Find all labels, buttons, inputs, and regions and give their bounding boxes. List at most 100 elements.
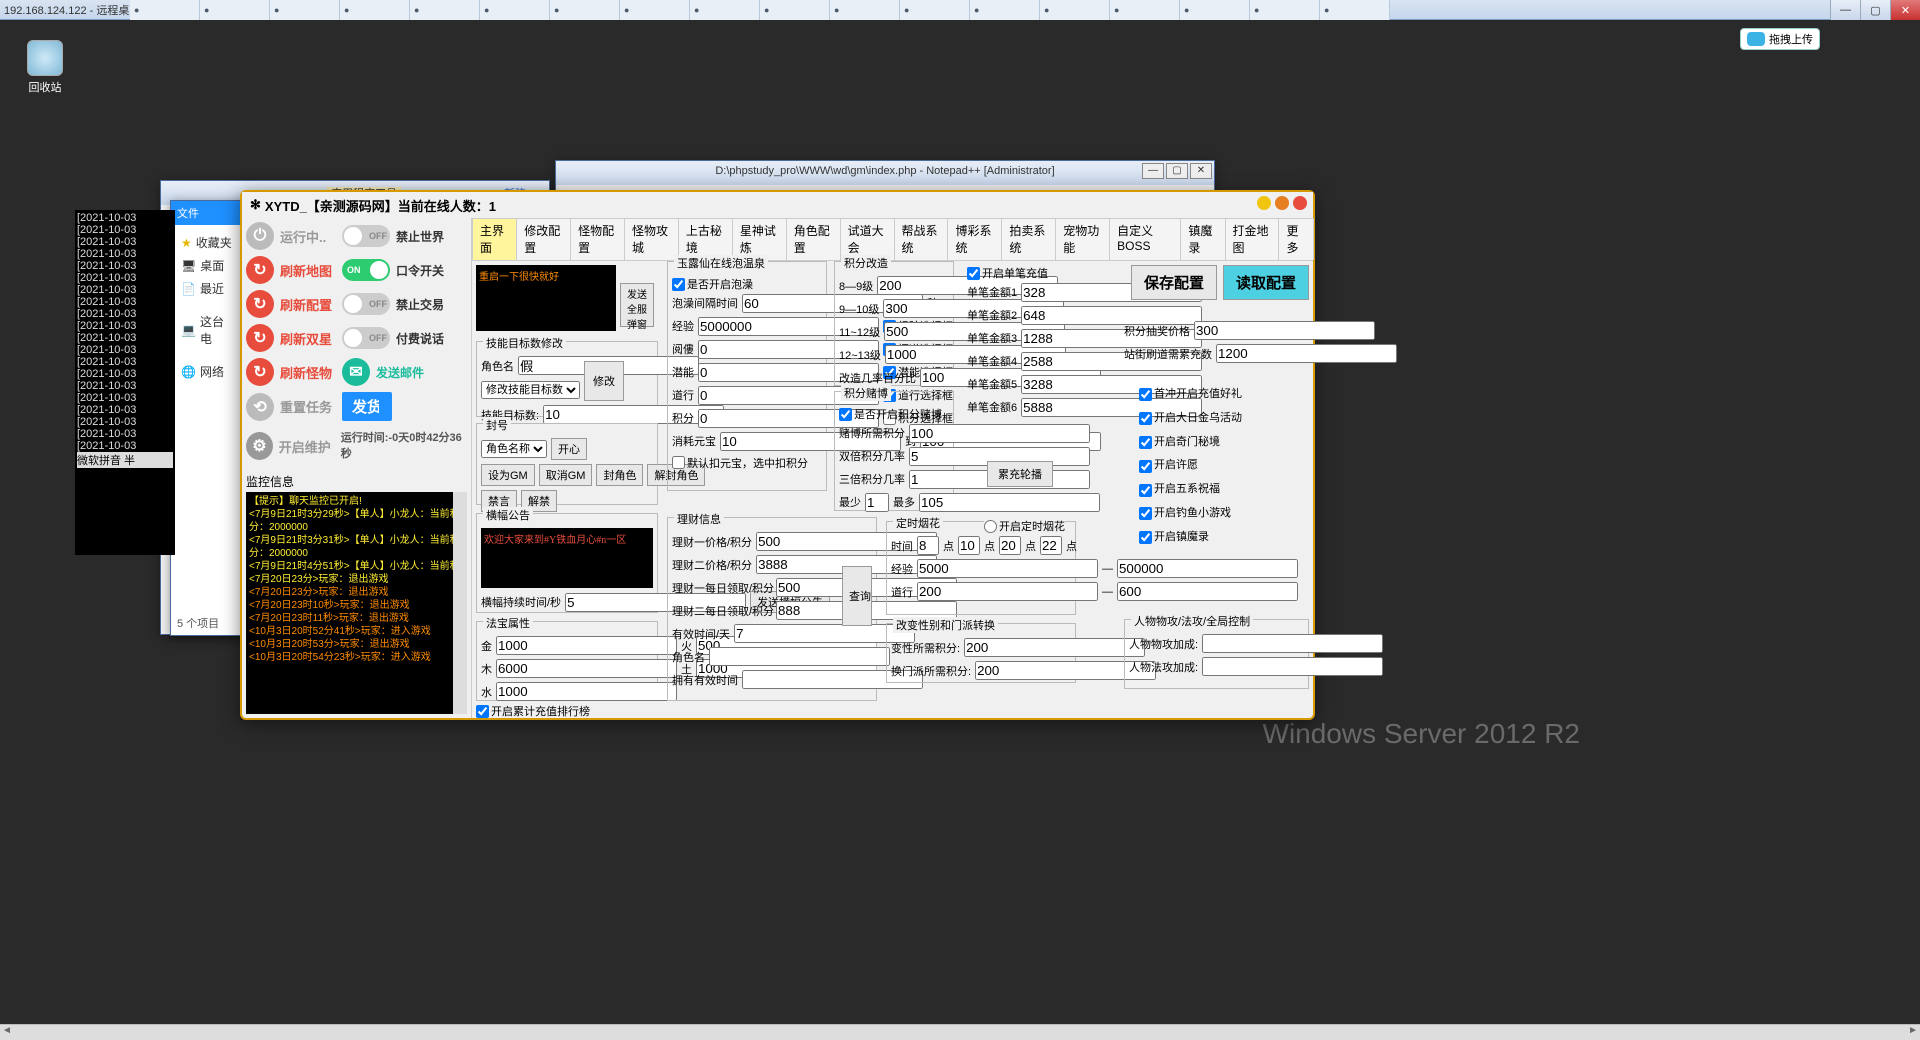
upload-pill[interactable]: 拖拽上传 bbox=[1740, 28, 1820, 50]
sidebar-thispc[interactable]: 💻这台电 bbox=[177, 310, 238, 350]
explorer-window-front[interactable]: 文件 ★收藏夹 🖥桌面 📄最近 💻这台电 🌐网络 5 个项目 bbox=[170, 200, 245, 636]
browser-tab[interactable]: ● bbox=[550, 0, 620, 20]
lottery-brush-input[interactable] bbox=[1216, 344, 1397, 363]
tab-15[interactable]: 更多 bbox=[1278, 218, 1313, 260]
tab-0[interactable]: 主界面 bbox=[472, 218, 517, 260]
maintain-button[interactable]: 开启维护 bbox=[279, 437, 335, 456]
tab-13[interactable]: 镇魔录 bbox=[1180, 218, 1225, 260]
gamble-max-input[interactable] bbox=[919, 493, 1100, 512]
activity-five[interactable]: 开启五系祝福 bbox=[1139, 480, 1220, 500]
sidebar-network[interactable]: 🌐网络 bbox=[177, 360, 238, 383]
recycle-bin[interactable]: 回收站 bbox=[20, 40, 70, 95]
browser-tab[interactable]: ● bbox=[410, 0, 480, 20]
licai-role-input[interactable] bbox=[709, 647, 890, 666]
browser-tab[interactable]: ● bbox=[620, 0, 690, 20]
tab-9[interactable]: 博彩系统 bbox=[947, 218, 1002, 260]
tab-1[interactable]: 修改配置 bbox=[516, 218, 571, 260]
seal-role-button[interactable]: 封角色 bbox=[596, 464, 643, 486]
activity-secret[interactable]: 开启奇门秘境 bbox=[1139, 433, 1220, 453]
skill-modify-select[interactable]: 修改技能目标数 bbox=[481, 381, 580, 399]
send-popup-button[interactable]: 发送全服弹窗 bbox=[620, 283, 654, 327]
sidebar-recent[interactable]: 📄最近 bbox=[177, 277, 238, 300]
window-maximize-dot[interactable] bbox=[1275, 196, 1289, 210]
activity-first[interactable]: 首冲开启充值好礼 bbox=[1139, 385, 1242, 405]
tab-7[interactable]: 试道大会 bbox=[840, 218, 895, 260]
send-mail-button[interactable]: 发送邮件 bbox=[376, 364, 424, 381]
browser-tab[interactable]: ● bbox=[1320, 0, 1390, 20]
tab-5[interactable]: 星神试炼 bbox=[732, 218, 787, 260]
fw-t1[interactable] bbox=[917, 536, 939, 555]
recharge-rotate-button[interactable]: 累充轮播 bbox=[987, 461, 1053, 487]
scrollbar[interactable] bbox=[453, 492, 467, 714]
fw-dx1[interactable] bbox=[917, 582, 1098, 601]
browser-tab[interactable]: ● bbox=[1040, 0, 1110, 20]
cancel-gm-button[interactable]: 取消GM bbox=[539, 464, 593, 486]
browser-tab[interactable]: ● bbox=[270, 0, 340, 20]
npp-minimize[interactable]: — bbox=[1142, 163, 1164, 179]
window-minimize-dot[interactable] bbox=[1257, 196, 1271, 210]
fw-exp1[interactable] bbox=[917, 559, 1098, 578]
tab-3[interactable]: 怪物攻城 bbox=[624, 218, 679, 260]
npp-close[interactable]: ✕ bbox=[1190, 163, 1212, 179]
recharge-enable[interactable]: 开启单笔充值 bbox=[967, 265, 1048, 281]
activity-fish[interactable]: 开启钓鱼小游戏 bbox=[1139, 504, 1231, 524]
activity-sun[interactable]: 开启大日金乌活动 bbox=[1139, 409, 1242, 429]
default-ck[interactable]: 默认扣元宝，选中扣积分 bbox=[672, 455, 808, 471]
horizontal-scrollbar[interactable] bbox=[0, 1024, 1920, 1040]
browser-tab[interactable]: ● bbox=[340, 0, 410, 20]
fw-exp2[interactable] bbox=[1117, 559, 1298, 578]
minimize-button[interactable]: — bbox=[1830, 0, 1860, 20]
skill-modify-button[interactable]: 修改 bbox=[584, 361, 624, 401]
window-close-dot[interactable] bbox=[1293, 196, 1307, 210]
fabao-jin-input[interactable] bbox=[496, 636, 677, 655]
phys-bonus-input[interactable] bbox=[1202, 634, 1383, 653]
tab-14[interactable]: 打金地图 bbox=[1225, 218, 1280, 260]
browser-tab[interactable]: ● bbox=[200, 0, 270, 20]
forbid-trade-toggle[interactable] bbox=[342, 293, 390, 315]
forbid-world-toggle[interactable] bbox=[342, 225, 390, 247]
tab-10[interactable]: 拍卖系统 bbox=[1001, 218, 1056, 260]
maximize-button[interactable]: ▢ bbox=[1860, 0, 1890, 20]
hotspring-enable[interactable]: 是否开启泡澡 bbox=[672, 276, 753, 292]
fireworks-enable[interactable]: 开启定时烟花 bbox=[984, 518, 1065, 534]
tab-8[interactable]: 帮战系统 bbox=[894, 218, 949, 260]
browser-tab[interactable]: ● bbox=[900, 0, 970, 20]
browser-tab[interactable]: ● bbox=[760, 0, 830, 20]
browser-tab[interactable]: ● bbox=[480, 0, 550, 20]
refresh-double-button[interactable]: 刷新双星 bbox=[280, 329, 336, 348]
refresh-map-button[interactable]: 刷新地图 bbox=[280, 261, 336, 280]
set-gm-button[interactable]: 设为GM bbox=[481, 464, 535, 486]
lottery-price-input[interactable] bbox=[1194, 321, 1375, 340]
pwd-switch-toggle[interactable] bbox=[342, 259, 390, 281]
browser-tab[interactable]: ● bbox=[690, 0, 760, 20]
ban-role-select[interactable]: 角色名称 bbox=[481, 440, 547, 458]
save-config-button[interactable]: 保存配置 bbox=[1131, 265, 1217, 300]
activity-wish[interactable]: 开启许愿 bbox=[1139, 456, 1198, 476]
terminal-window[interactable]: [2021-10-03[2021-10-03[2021-10-03[2021-1… bbox=[75, 210, 175, 555]
browser-tab[interactable]: ● bbox=[970, 0, 1040, 20]
banner-text[interactable]: 欢迎大家来到#Y铁血月心#n一区 bbox=[481, 528, 653, 588]
refresh-monster-button[interactable]: 刷新怪物 bbox=[280, 363, 336, 382]
sidebar-favorites[interactable]: ★收藏夹 bbox=[177, 231, 238, 254]
server-console[interactable]: 重启一下很快就好 bbox=[476, 265, 616, 331]
fw-t3[interactable] bbox=[999, 536, 1021, 555]
browser-tab[interactable]: ● bbox=[1180, 0, 1250, 20]
monitor-console[interactable]: 【提示】聊天监控已开启!<7月9日21时3分29秒>【单人】小龙人：当前积分：2… bbox=[246, 492, 467, 714]
browser-tab[interactable]: ● bbox=[1110, 0, 1180, 20]
browser-tab[interactable]: ● bbox=[1250, 0, 1320, 20]
reset-task-button[interactable]: 重置任务 bbox=[280, 397, 336, 416]
rank-checkbox[interactable]: 开启累计充值排行榜 bbox=[476, 703, 590, 719]
licai-query-button[interactable]: 查询 bbox=[842, 566, 872, 626]
browser-tab[interactable]: ● bbox=[830, 0, 900, 20]
load-config-button[interactable]: 读取配置 bbox=[1223, 265, 1309, 300]
magic-bonus-input[interactable] bbox=[1202, 657, 1383, 676]
refresh-config-button[interactable]: 刷新配置 bbox=[280, 295, 336, 314]
activity-demon[interactable]: 开启镇魔录 bbox=[1139, 528, 1209, 548]
explorer-file-tab[interactable]: 文件 bbox=[171, 201, 244, 225]
app-titlebar[interactable]: ✻ XYTD_【亲测源码网】当前在线人数：1 bbox=[242, 192, 1313, 218]
tab-2[interactable]: 怪物配置 bbox=[570, 218, 625, 260]
tab-12[interactable]: 自定义BOSS bbox=[1109, 218, 1181, 260]
tab-11[interactable]: 宠物功能 bbox=[1055, 218, 1110, 260]
pay-chat-toggle[interactable] bbox=[342, 327, 390, 349]
sidebar-desktop[interactable]: 🖥桌面 bbox=[177, 254, 238, 277]
